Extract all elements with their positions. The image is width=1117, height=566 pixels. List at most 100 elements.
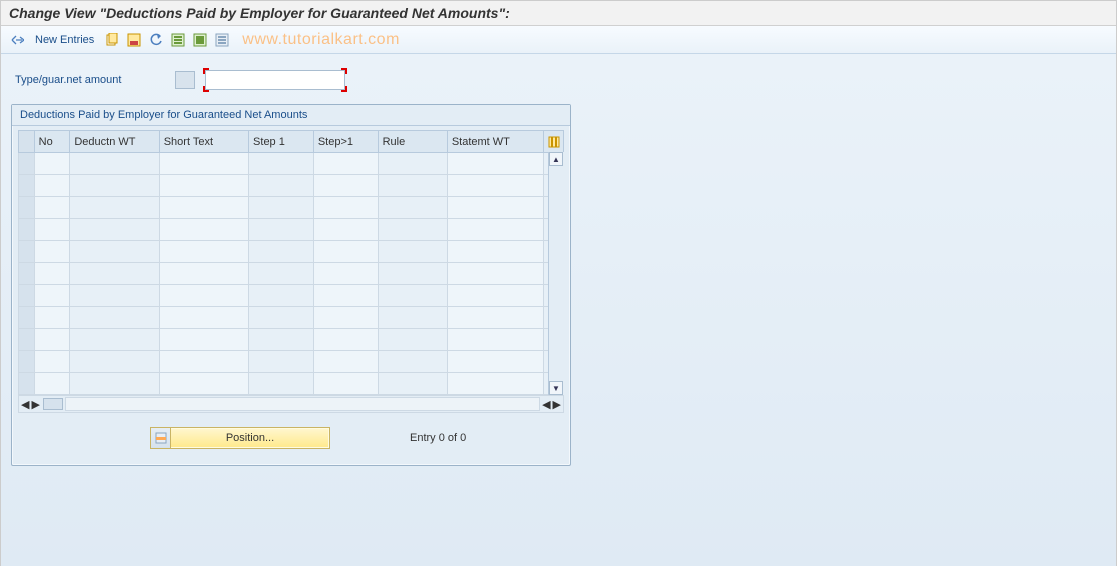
grid-cell[interactable] [159,241,248,263]
grid-cell[interactable] [249,175,314,197]
vertical-scrollbar[interactable]: ▲ ▼ [548,152,564,395]
scroll-down-icon[interactable]: ▼ [549,381,563,395]
grid-cell[interactable] [249,219,314,241]
grid-cell[interactable] [313,373,378,395]
grid-cell[interactable] [70,307,159,329]
grid-cell[interactable] [378,307,447,329]
scroll-up-icon[interactable]: ▲ [549,152,563,166]
col-short-text[interactable]: Short Text [159,131,248,153]
grid-cell[interactable] [378,219,447,241]
grid-cell[interactable] [447,219,543,241]
grid-cell[interactable] [249,373,314,395]
header-row-selector[interactable] [19,131,35,153]
row-selector[interactable] [19,175,35,197]
grid-cell[interactable] [249,197,314,219]
guar-net-input[interactable] [205,70,345,90]
select-block-icon[interactable] [192,32,208,48]
grid-cell[interactable] [249,285,314,307]
grid-cell[interactable] [313,263,378,285]
grid-cell[interactable] [249,263,314,285]
grid-cell[interactable] [447,175,543,197]
grid-cell[interactable] [249,153,314,175]
grid-cell[interactable] [70,197,159,219]
grid-cell[interactable] [378,175,447,197]
grid-cell[interactable] [70,219,159,241]
grid-cell[interactable] [447,307,543,329]
row-selector[interactable] [19,263,35,285]
undo-icon[interactable] [148,32,164,48]
grid-cell[interactable] [159,329,248,351]
grid-cell[interactable] [34,219,70,241]
grid-cell[interactable] [313,307,378,329]
configure-columns-icon[interactable] [543,131,563,153]
grid-cell[interactable] [313,241,378,263]
row-selector[interactable] [19,241,35,263]
grid-cell[interactable] [249,329,314,351]
grid-cell[interactable] [313,285,378,307]
col-rule[interactable]: Rule [378,131,447,153]
grid-cell[interactable] [447,263,543,285]
hscroll-thumb[interactable] [43,398,63,410]
new-entries-button[interactable]: New Entries [31,34,98,46]
grid-cell[interactable] [313,197,378,219]
grid-cell[interactable] [34,175,70,197]
grid-cell[interactable] [159,351,248,373]
grid-cell[interactable] [34,263,70,285]
grid-cell[interactable] [447,351,543,373]
copy-icon[interactable] [104,32,120,48]
row-selector[interactable] [19,329,35,351]
grid-cell[interactable] [447,241,543,263]
grid-cell[interactable] [313,219,378,241]
grid-cell[interactable] [70,175,159,197]
scroll-right-icon[interactable]: ▶ [553,398,561,411]
grid-cell[interactable] [34,329,70,351]
grid-cell[interactable] [447,329,543,351]
grid-cell[interactable] [249,307,314,329]
grid-cell[interactable] [378,241,447,263]
col-step-gt1[interactable]: Step>1 [313,131,378,153]
grid-cell[interactable] [34,153,70,175]
grid-cell[interactable] [70,329,159,351]
grid-cell[interactable] [34,285,70,307]
row-selector[interactable] [19,285,35,307]
grid-cell[interactable] [34,197,70,219]
grid-cell[interactable] [70,153,159,175]
select-all-icon[interactable] [170,32,186,48]
row-selector[interactable] [19,219,35,241]
grid-cell[interactable] [249,351,314,373]
deselect-all-icon[interactable] [214,32,230,48]
position-button[interactable]: Position... [150,427,330,449]
grid-cell[interactable] [447,153,543,175]
grid-cell[interactable] [159,219,248,241]
grid-cell[interactable] [447,373,543,395]
grid-cell[interactable] [159,307,248,329]
save-variant-icon[interactable] [126,32,142,48]
grid-cell[interactable] [447,285,543,307]
grid-cell[interactable] [34,373,70,395]
grid-cell[interactable] [70,241,159,263]
grid-cell[interactable] [70,263,159,285]
row-selector[interactable] [19,373,35,395]
grid-cell[interactable] [378,263,447,285]
horizontal-scrollbar[interactable]: ◀ ▶ ◀ ▶ [18,395,564,413]
grid-cell[interactable] [378,373,447,395]
grid-cell[interactable] [159,373,248,395]
grid-cell[interactable] [159,197,248,219]
col-no[interactable]: No [34,131,70,153]
grid-cell[interactable] [313,351,378,373]
grid-cell[interactable] [34,351,70,373]
grid-cell[interactable] [159,153,248,175]
grid-cell[interactable] [70,285,159,307]
row-selector[interactable] [19,307,35,329]
grid-cell[interactable] [159,175,248,197]
grid-cell[interactable] [378,351,447,373]
hscroll-track[interactable] [65,397,540,411]
col-deductn-wt[interactable]: Deductn WT [70,131,159,153]
grid-cell[interactable] [249,241,314,263]
col-statemt-wt[interactable]: Statemt WT [447,131,543,153]
scroll-left2-icon[interactable]: ◀ [542,398,550,411]
grid-cell[interactable] [313,175,378,197]
toggle-icon[interactable] [9,32,25,48]
col-step1[interactable]: Step 1 [249,131,314,153]
grid-cell[interactable] [378,153,447,175]
